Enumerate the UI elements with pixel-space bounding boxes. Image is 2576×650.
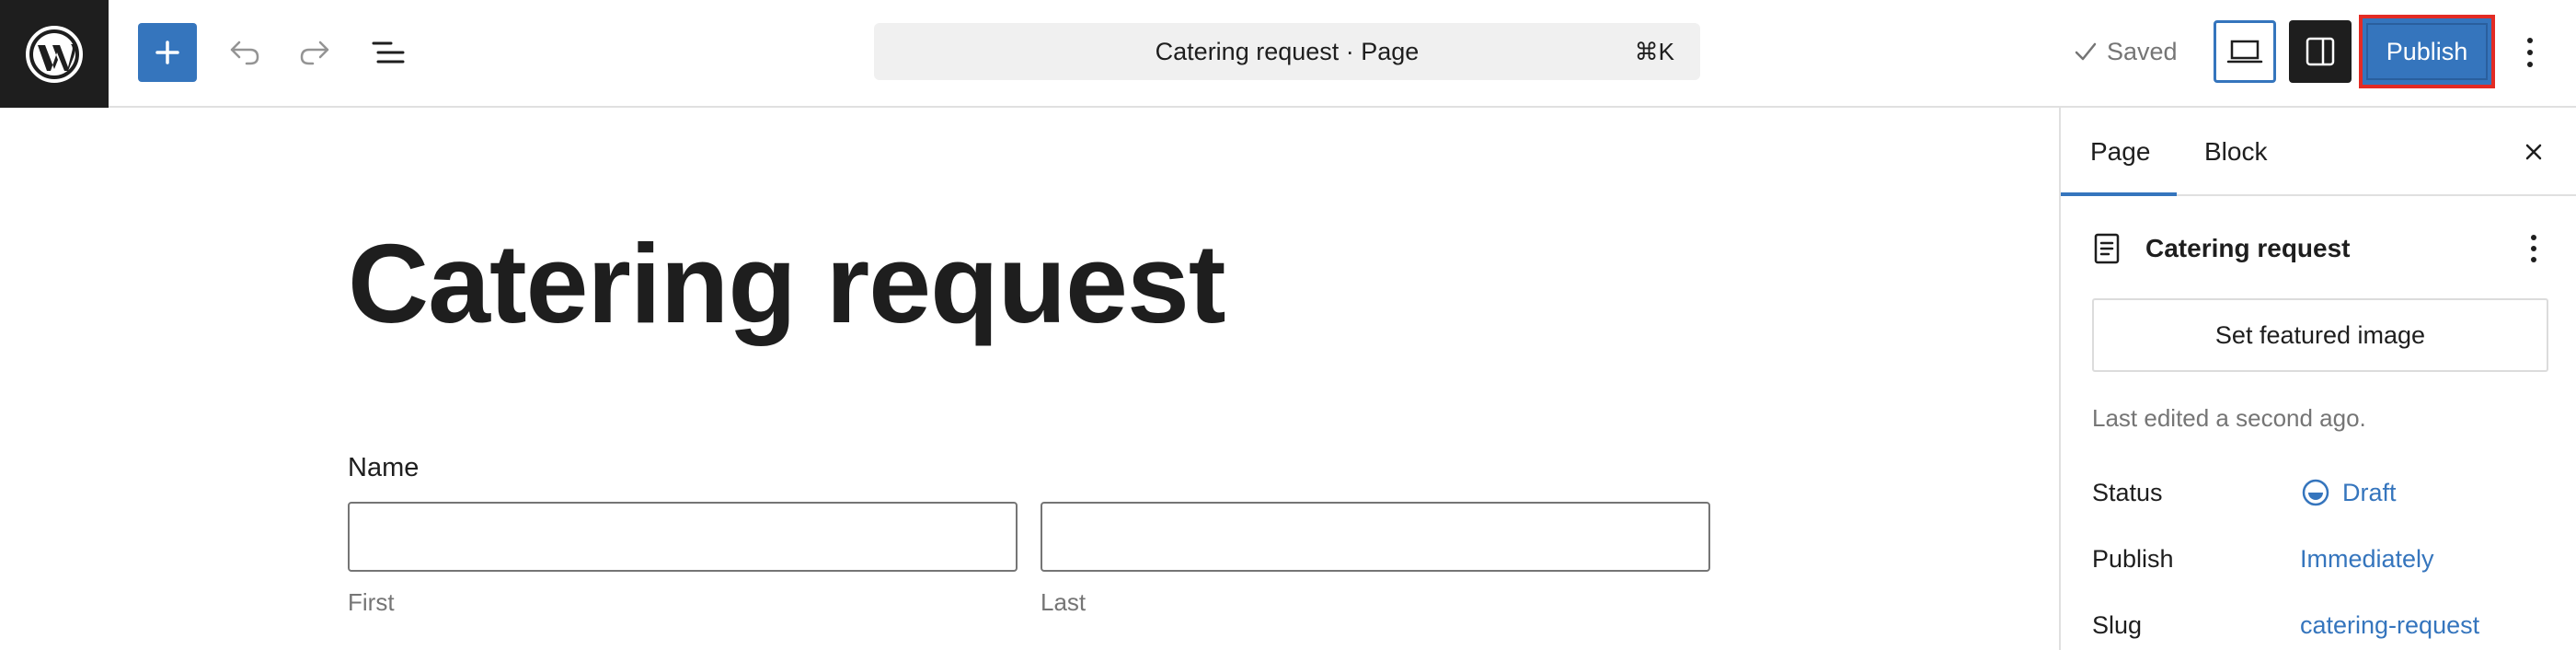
sidebar-tabs: Page Block [2061,108,2576,196]
undo-button[interactable] [215,23,274,82]
kebab-menu-icon [2531,235,2536,262]
status-value-button[interactable]: Draft [2300,477,2397,508]
plus-icon [155,41,179,64]
preview-view-button[interactable] [2214,20,2276,83]
options-menu-button[interactable] [2506,23,2554,82]
editor-canvas: Catering request Name First Last [0,108,2059,650]
last-name-sublabel: Last [1041,588,1087,616]
desktop-view-icon [2226,40,2263,64]
document-icon-wrap [2090,232,2123,265]
document-summary: Catering request [2090,226,2550,272]
name-field-label: Name [348,453,420,482]
saved-indicator: Saved [2074,26,2178,77]
settings-sidebar: Page Block Catering request Set featured… [2059,108,2576,650]
document-title-label: Catering request [2145,234,2351,262]
document-overview-button[interactable] [359,23,418,82]
draft-status-icon [2302,479,2329,506]
wordpress-logo-button[interactable] [0,0,109,108]
page-title[interactable]: Catering request [348,227,1225,340]
slug-label: Slug [2092,610,2143,639]
settings-sidebar-toggle[interactable] [2289,20,2352,83]
first-name-input[interactable] [348,502,1018,572]
status-label: Status [2092,478,2163,506]
last-name-input[interactable] [1041,502,1710,572]
tab-block[interactable]: Block [2175,108,2296,196]
set-featured-image-button[interactable]: Set featured image [2092,298,2548,372]
status-row: Status Draft [2092,474,2552,511]
add-block-button[interactable] [138,23,197,82]
publish-date-button[interactable]: Immediately [2300,545,2434,574]
sidebar-toggle-icon [2306,37,2335,66]
editor-header: Catering request · Page ⌘K Saved Publish [0,0,2576,108]
redo-button[interactable] [285,23,344,82]
document-actions-button[interactable] [2517,226,2550,272]
slug-row: Slug catering-request [2092,607,2552,644]
document-title: Catering request · Page [1155,37,1420,65]
slug-link[interactable]: catering-request [2300,611,2479,640]
first-name-sublabel: First [348,588,395,616]
close-sidebar-button[interactable] [2512,130,2556,174]
publish-label: Publish [2092,544,2174,573]
redo-icon [300,41,329,65]
last-edited-text: Last edited a second ago. [2092,404,2366,432]
status-value: Draft [2342,478,2397,506]
wordpress-logo-icon [26,25,83,83]
tab-page[interactable]: Page [2061,108,2177,196]
publish-button[interactable]: Publish [2366,23,2488,80]
kebab-menu-icon [2527,38,2533,67]
publish-row: Publish Immediately [2092,540,2552,577]
saved-label: Saved [2107,37,2178,65]
publish-button-highlight: Publish [2359,15,2495,88]
document-icon [2094,233,2120,264]
close-icon [2525,144,2542,160]
keyboard-shortcut: ⌘K [1634,38,1674,65]
list-view-icon [372,41,405,64]
check-icon [2075,42,2097,61]
command-palette-button[interactable]: Catering request · Page ⌘K [874,23,1700,80]
undo-icon [230,41,259,65]
